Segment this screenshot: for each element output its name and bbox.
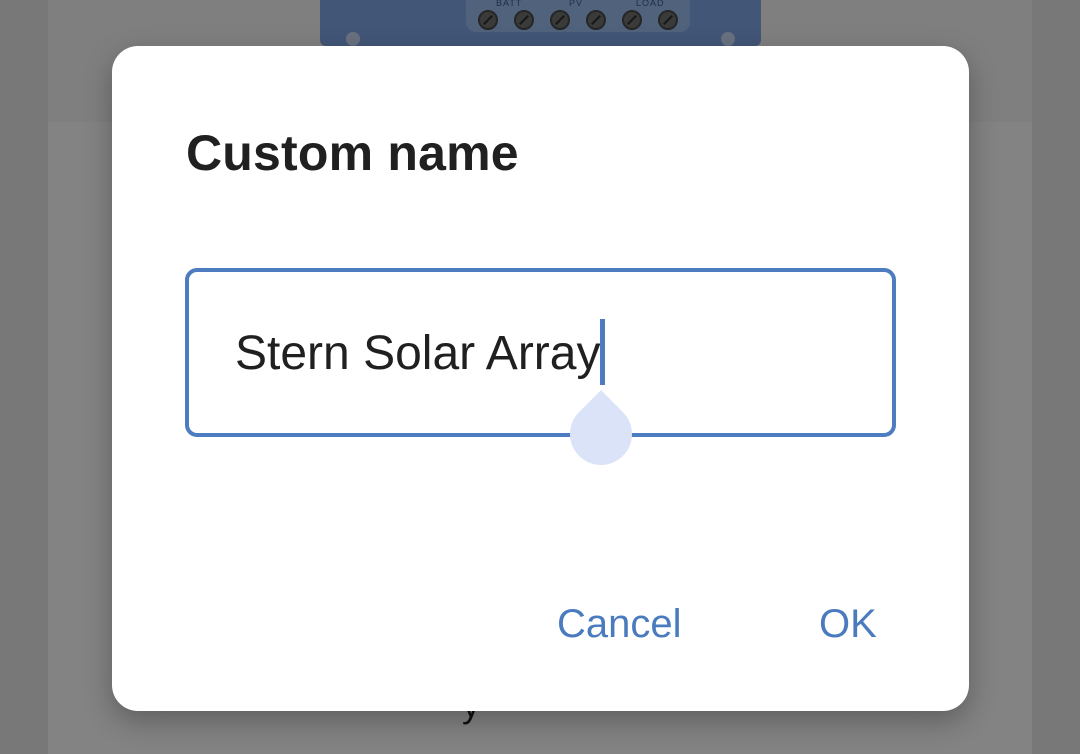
ok-button[interactable]: OK (819, 602, 877, 647)
input-value: Stern Solar Array (235, 327, 601, 380)
custom-name-input[interactable]: Stern Solar Array (185, 268, 896, 437)
text-caret (600, 319, 605, 385)
custom-name-dialog: Custom name Stern Solar Array Cancel OK (112, 46, 969, 711)
cancel-button[interactable]: Cancel (557, 602, 682, 647)
dialog-title: Custom name (186, 125, 519, 181)
